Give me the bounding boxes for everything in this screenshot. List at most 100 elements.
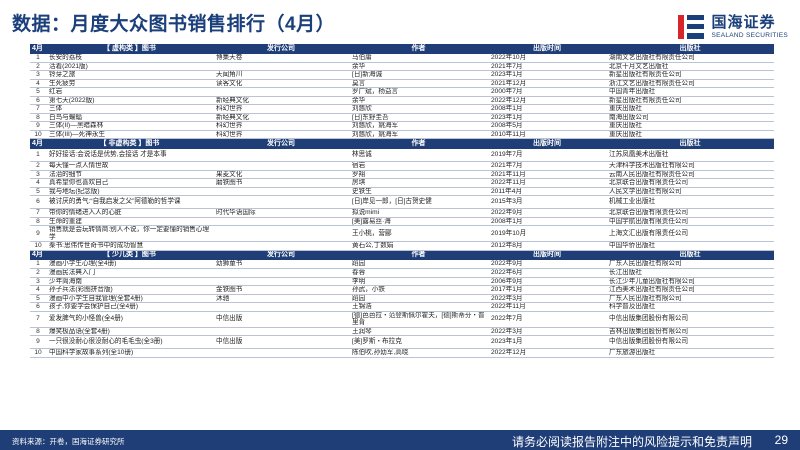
rank-cell: 3 <box>30 170 46 179</box>
press-cell: 新星出版社有限责任公司 <box>606 70 774 80</box>
column-header-brand: 发行公司 <box>213 139 349 149</box>
press-cell: 长江出版社 <box>606 268 774 278</box>
author-cell: 余华 <box>349 62 488 71</box>
book-title-cell: 生死疲劳 <box>46 79 213 88</box>
book-title-cell: 漫画中小学生自我管理(全套4册) <box>46 294 213 303</box>
press-cell: 天津科学技术出版社有限公司 <box>606 161 774 171</box>
ranking-table: 4月【 少儿类 】图书 发行公司 作者 出版时间 出版社 1 漫画小学生心理(全4册) 幼狮童… <box>30 250 774 358</box>
table-row: 1 漫画小学生心理(全4册) 幼狮童书 蹈园 2022年9月 广东人民出版社有限公司 <box>30 260 774 269</box>
author-cell: [日]岸见一郎，[日]古贺史健 <box>349 195 488 209</box>
brand-cell: 科幻世界 <box>213 104 349 114</box>
brand-cell <box>213 161 349 171</box>
month-label: 4月 <box>30 139 46 149</box>
rank-cell: 5 <box>30 294 46 303</box>
rank-cell: 2 <box>30 62 46 71</box>
rank-cell: 2 <box>30 161 46 171</box>
brand-cell: 磨铁图书 <box>213 178 349 188</box>
press-cell: 北京联合出版有限责任公司 <box>606 208 774 218</box>
rank-cell: 8 <box>30 113 46 122</box>
column-header-press: 出版社 <box>606 250 774 260</box>
rank-cell: 2 <box>30 268 46 278</box>
author-cell: 蹈园 <box>349 294 488 303</box>
press-cell: 江西美术出版社有限责任公司 <box>606 285 774 295</box>
rank-cell: 7 <box>30 104 46 114</box>
book-title-cell: 长安的荔枝 <box>46 53 213 63</box>
date-cell: 2019年7月 <box>488 148 606 162</box>
table-row: 10 中国科学家故事系列(全10册) 陈伯吹,孙幼军,高晓 2022年12月 广东旅游出… <box>30 348 774 358</box>
logo-name-cn: 国海证券 <box>711 13 776 31</box>
date-cell: 2008年1月 <box>488 217 606 226</box>
date-cell: 2022年9月 <box>488 260 606 269</box>
date-cell: 2022年11月 <box>488 302 606 312</box>
table-row: 9 三体(II)—黑暗森林 科幻世界 刘慈欣，姚海军 2008年5月 重庆出版社 <box>30 121 774 131</box>
press-cell: 科学普及出版社 <box>606 302 774 312</box>
author-cell: 刘慈欣，姚海军 <box>349 121 488 131</box>
book-title-cell: 孙子兵法(彩图拼音版) <box>46 285 213 295</box>
table-row: 6 被讨厌的勇气:“自我启发之父”阿德勒的哲学课 [日]岸见一郎，[日]古贺史健 20… <box>30 195 774 209</box>
book-title-cell: 每天懂一点人情世故 <box>46 161 213 171</box>
footer-disclaimer: 请务必阅读报告附注中的风险提示和免责声明 <box>511 435 752 449</box>
brand-cell <box>213 148 349 162</box>
date-cell: 2012年8月 <box>488 241 606 251</box>
brand-cell <box>213 62 349 71</box>
rank-cell: 7 <box>30 311 46 328</box>
ranking-table: 4月【 虚构类 】图书 发行公司 作者 出版时间 出版社 1 长安的荔枝 博集天卷 马伯庸 202… <box>30 44 774 139</box>
table-row: 2 每天懂一点人情世故 宿岩 2021年7月 天津科学技术出版社有限公司 <box>30 161 774 171</box>
rank-cell: 4 <box>30 79 46 88</box>
date-cell: 2022年12月 <box>488 96 606 105</box>
date-cell: 2022年12月 <box>488 348 606 358</box>
brand-cell: 新经典文化 <box>213 96 349 105</box>
table-row: 5 红岩 罗广斌，杨益言 2000年7月 中国青年出版社 <box>30 87 774 97</box>
press-cell: 湖南文艺出版社有限责任公司 <box>606 53 774 63</box>
rank-cell: 9 <box>30 335 46 349</box>
column-header-brand: 发行公司 <box>213 250 349 260</box>
rank-cell: 1 <box>30 53 46 63</box>
author-cell: 刘慈欣 <box>349 104 488 114</box>
book-title-cell: 三体(III)—死神永生 <box>46 130 213 139</box>
table-row: 9 一只很没耐心很没耐心的毛毛虫(全3册) 中信出版 [美]罗斯・布拉克 2023年1月… <box>30 335 774 349</box>
month-label: 4月 <box>30 44 46 54</box>
column-header-date: 出版时间 <box>488 250 606 260</box>
date-cell: 2011年4月 <box>488 187 606 196</box>
rank-cell: 3 <box>30 277 46 286</box>
page-number: 29 <box>774 433 788 447</box>
date-cell: 2021年7月 <box>488 161 606 171</box>
book-title-cell: 爆笑极品语(全套4册) <box>46 327 213 336</box>
brand-cell: 科幻世界 <box>213 130 349 139</box>
date-cell: 2023年1月 <box>488 113 606 122</box>
table-row: 2 漫画民法典入门 春蓉 2022年6月 长江出版社 <box>30 268 774 278</box>
table-row: 2 活着(2021版) 余华 2021年7月 北京十月文艺出版社 <box>30 62 774 71</box>
rank-cell: 4 <box>30 285 46 295</box>
book-title-cell: 好好接话:会说话是优势,会接话 才是本事 <box>46 148 213 162</box>
table-row: 8 白鸟与蝙蝠 新经典文化 [日]东野圭吾 2023年1月 南海出版公司 <box>30 113 774 122</box>
rank-cell: 9 <box>30 121 46 131</box>
press-cell: 广东旅游出版社 <box>606 348 774 358</box>
brand-cell: 金铁图书 <box>213 285 349 295</box>
book-title-cell: 铃芽之旅 <box>46 70 213 80</box>
press-cell: 长江少年儿童出版社有限公司 <box>606 277 774 286</box>
press-cell: 中信出版集团股份有限公司 <box>606 311 774 328</box>
press-cell: 重庆出版社 <box>606 121 774 131</box>
brand-cell <box>213 277 349 286</box>
brand-cell: 果麦文化 <box>213 170 349 179</box>
column-header-press: 出版社 <box>606 44 774 54</box>
table-row: 7 爱发脾气的小怪兽(全4册) 中信出版 [德]芭芭拉・范登斯佩尔霍夫，[德]斯蒂芬・… <box>30 311 774 328</box>
book-title-cell: 真希望你也喜欢自己 <box>46 178 213 188</box>
brand-cell <box>213 268 349 278</box>
brand-cell: 中信出版 <box>213 311 349 328</box>
book-title-cell: 第七天(2022版) <box>46 96 213 105</box>
press-cell: 江苏凤凰美术出版社 <box>606 148 774 162</box>
brand-cell: 博集天卷 <box>213 53 349 63</box>
book-title-cell: 漫画民法典入门 <box>46 268 213 278</box>
category-label: 【 少儿类 】图书 <box>46 250 213 260</box>
date-cell: 2000年7月 <box>488 87 606 97</box>
press-cell: 北京联合出版有限责任公司 <box>606 178 774 188</box>
press-cell: 北京十月文艺出版社 <box>606 62 774 71</box>
author-cell: [德]芭芭拉・范登斯佩尔霍夫，[德]斯蒂芬・普里肯 <box>349 311 488 328</box>
date-cell: 2022年3月 <box>488 327 606 336</box>
press-cell: 中国青年出版社 <box>606 87 774 97</box>
date-cell: 2022年7月 <box>488 311 606 328</box>
book-title-cell: 法治的细节 <box>46 170 213 179</box>
table-header-row: 4月【 少儿类 】图书 发行公司 作者 出版时间 出版社 <box>30 250 774 260</box>
date-cell: 2010年11月 <box>488 130 606 139</box>
